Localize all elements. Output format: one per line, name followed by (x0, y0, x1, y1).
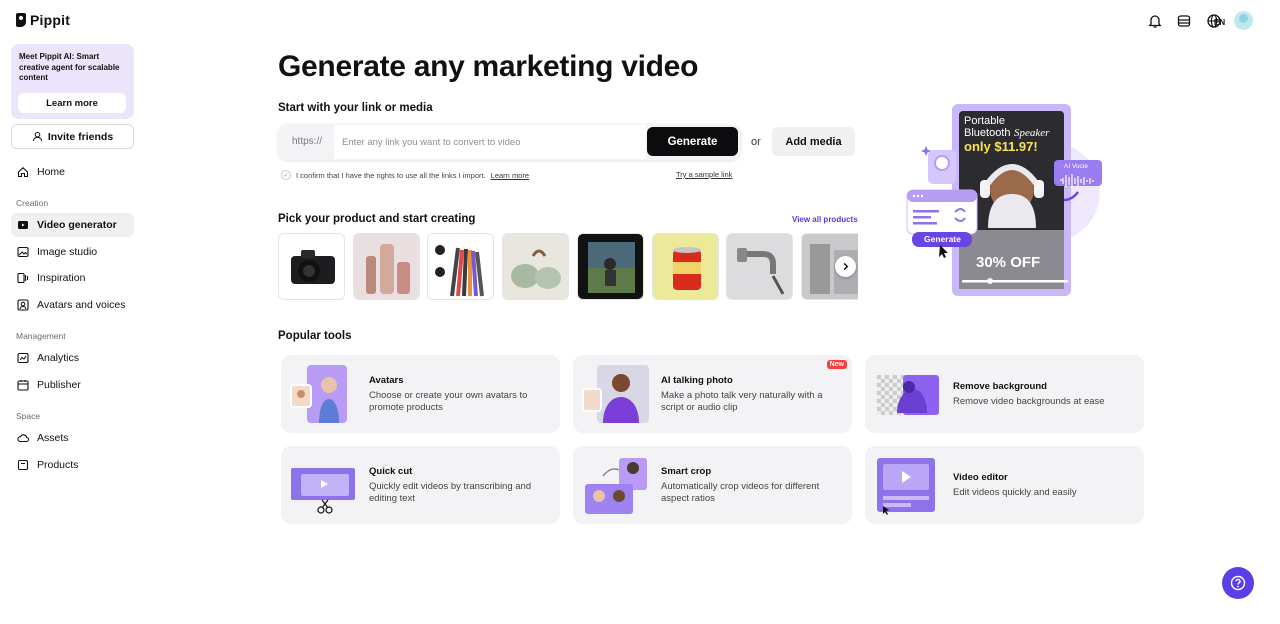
video-editor-tool-icon (877, 458, 935, 515)
view-all-products-link[interactable]: View all products (792, 215, 858, 224)
avatars-tool-icon (290, 365, 347, 423)
hero-line-2: Bluetooth (964, 127, 1011, 139)
nav-video-generator[interactable]: Video generator (11, 213, 134, 237)
product-thumb-cosmetics[interactable] (353, 233, 420, 300)
product-thumb-outdoor-photo[interactable] (577, 233, 644, 300)
link-prefix: https:// (292, 136, 323, 147)
tool-description: Quickly edit videos by transcribing and … (369, 481, 532, 504)
tool-card-avatars[interactable]: Avatars Choose or create your own avatar… (281, 355, 560, 433)
product-thumb-markers[interactable] (427, 233, 494, 300)
learn-more-button[interactable]: Learn more (18, 93, 126, 113)
nav-avatars-and-voices[interactable]: Avatars and voices (11, 293, 134, 317)
tool-title: AI talking photo (661, 375, 733, 386)
tool-title: Quick cut (369, 466, 413, 477)
hero-line-1: Portable (964, 115, 1005, 127)
product-thumb-mugs[interactable] (502, 233, 569, 300)
confirm-learn-more-link[interactable]: Learn more (491, 171, 529, 180)
avatar-icon (17, 299, 29, 311)
confirm-checkbox[interactable]: ✓ (281, 170, 291, 180)
nav-section-management: Management (16, 331, 66, 341)
pippit-logo-icon (16, 13, 26, 27)
link-section-heading: Start with your link or media (278, 102, 433, 114)
bell-icon (1148, 15, 1162, 28)
nav-image-studio[interactable]: Image studio (11, 240, 134, 264)
calendar-icon (17, 380, 29, 391)
nav-analytics[interactable]: Analytics (11, 346, 134, 370)
app-name: Pippit (30, 12, 71, 28)
tool-description: Automatically crop videos for different … (661, 481, 820, 504)
tool-description: Remove video backgrounds at ease (953, 396, 1105, 407)
inspiration-icon (17, 272, 29, 284)
tool-title: Remove background (953, 381, 1047, 392)
product-thumb-camera[interactable] (278, 233, 345, 300)
link-input-box: https:// Generate (278, 124, 741, 160)
talking-photo-tool-icon (582, 365, 649, 423)
notifications-button[interactable] (1145, 11, 1165, 31)
video-generator-icon (18, 221, 28, 229)
image-studio-icon (17, 246, 29, 258)
hero-ai-voice-label: AI Vocie (1064, 163, 1088, 170)
tool-description: Choose or create your own avatars to pro… (369, 390, 528, 413)
tool-title: Video editor (953, 472, 1008, 483)
nav-section-creation: Creation (16, 198, 49, 208)
analytics-icon (17, 352, 29, 364)
help-button[interactable] (1222, 567, 1254, 599)
link-input[interactable] (334, 125, 646, 159)
page-title: Generate any marketing video (278, 50, 699, 83)
home-icon (17, 167, 29, 178)
tool-card-quick-cut[interactable]: Quick cut Quickly edit videos by transcr… (281, 446, 560, 524)
quick-cut-tool-icon (291, 468, 355, 514)
add-media-button[interactable]: Add media (772, 127, 855, 156)
smart-crop-tool-icon (585, 458, 647, 514)
hero-discount: 30% OFF (976, 254, 1041, 271)
tool-card-remove-background[interactable]: Remove background Remove video backgroun… (865, 355, 1144, 433)
subscription-button[interactable] (1174, 11, 1194, 31)
remove-background-tool-icon (877, 375, 939, 415)
user-avatar[interactable] (1234, 11, 1253, 30)
carousel-next-button[interactable] (835, 256, 856, 277)
tool-card-smart-crop[interactable]: Smart crop Automatically crop videos for… (573, 446, 852, 524)
popular-tools-heading: Popular tools (278, 330, 352, 342)
rights-confirmation: ✓ I confirm that I have the rights to us… (281, 170, 529, 180)
tool-description: Make a photo talk very naturally with a … (661, 390, 823, 413)
user-plus-icon (32, 131, 42, 142)
language-code: EN (1214, 18, 1226, 27)
tool-title: Avatars (369, 375, 404, 386)
promo-card: Meet Pippit AI: Smart creative agent for… (11, 44, 134, 119)
hero-illustration: Portable Bluetooth Speaker only $11.97! … (900, 100, 1110, 300)
product-box-icon (17, 459, 29, 471)
chevron-right-icon (843, 262, 849, 271)
hero-line-2b: Speaker (1014, 127, 1050, 139)
tool-card-ai-talking-photo[interactable]: AI talking photo Make a photo talk very … (573, 355, 852, 433)
promo-text: Meet Pippit AI: Smart creative agent for… (19, 52, 120, 82)
app-logo[interactable]: Pippit (16, 12, 70, 28)
nav-assets[interactable]: Assets (11, 426, 134, 450)
nav-products[interactable]: Products (11, 453, 134, 477)
product-thumb-faucet[interactable] (726, 233, 793, 300)
nav-home[interactable]: Home (11, 160, 134, 184)
nav-section-space: Space (16, 411, 41, 421)
confirm-text: I confirm that I have the rights to use … (296, 170, 486, 180)
nav-inspiration[interactable]: Inspiration (11, 266, 134, 290)
invite-friends-button[interactable]: Invite friends (11, 124, 134, 149)
product-thumb-can[interactable] (652, 233, 719, 300)
new-badge: New (826, 360, 847, 369)
cloud-icon (17, 434, 29, 443)
tool-card-video-editor[interactable]: Video editor Edit videos quickly and eas… (865, 446, 1144, 524)
help-icon (1230, 575, 1246, 591)
products-heading: Pick your product and start creating (278, 213, 476, 225)
sidebar: Pippit Meet Pippit AI: Smart creative ag… (0, 0, 146, 624)
or-separator: or (751, 136, 761, 148)
tool-title: Smart crop (661, 466, 712, 477)
product-carousel (278, 233, 858, 300)
generate-button[interactable]: Generate (647, 127, 738, 156)
nav-publisher[interactable]: Publisher (11, 373, 134, 397)
stack-icon (1177, 15, 1191, 27)
try-sample-link[interactable]: Try a sample link (676, 170, 732, 179)
hero-generate-label: Generate (924, 234, 961, 244)
tool-description: Edit videos quickly and easily (953, 487, 1077, 498)
hero-price: only $11.97! (964, 139, 1038, 154)
